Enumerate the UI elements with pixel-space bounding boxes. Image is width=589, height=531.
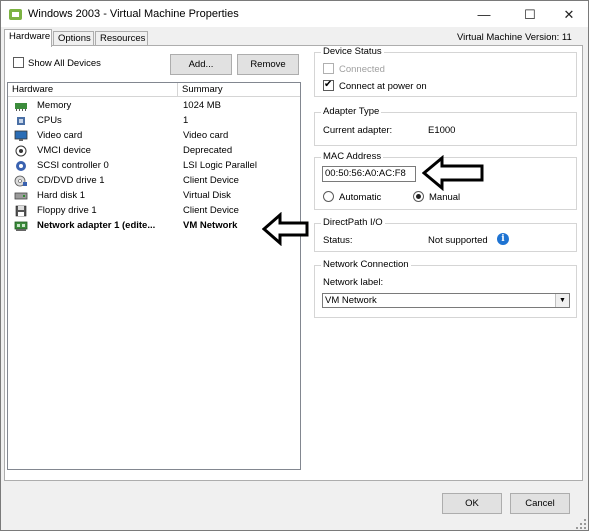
add-button[interactable]: Add...: [170, 54, 232, 75]
hardware-name: Video card: [37, 130, 83, 141]
adapter-type-group: Adapter Type Current adapter: E1000: [314, 106, 577, 146]
tab-hardware[interactable]: Hardware: [4, 29, 52, 47]
show-all-devices-label: Show All Devices: [28, 58, 101, 69]
list-item-cd-dvd-drive[interactable]: CD/DVD drive 1 Client Device: [8, 174, 300, 189]
minimize-button[interactable]: —: [464, 1, 504, 28]
scsi-icon: [16, 161, 26, 171]
radio-selected-dot: [416, 194, 421, 199]
manual-label: Manual: [429, 192, 461, 203]
connected-label: Connected: [339, 64, 385, 75]
connect-at-power-on-checkbox[interactable]: ✔: [323, 79, 334, 91]
memory-icon: [15, 103, 27, 111]
cd-icon: [14, 175, 27, 187]
close-button[interactable]: ✕: [549, 1, 589, 28]
hardware-name: Hard disk 1: [37, 190, 86, 201]
monitor-icon: [14, 130, 28, 141]
ok-button[interactable]: OK: [442, 493, 502, 514]
show-all-devices-checkbox[interactable]: [13, 57, 24, 68]
hardware-summary: Virtual Disk: [183, 190, 231, 201]
list-item-scsi-controller[interactable]: SCSI controller 0 LSI Logic Parallel: [8, 159, 300, 174]
current-adapter-value: E1000: [428, 125, 456, 136]
minimize-icon: —: [477, 7, 491, 22]
annotation-arrow-icon: [262, 212, 309, 246]
manual-radio[interactable]: [413, 191, 424, 202]
maximize-icon: ☐: [524, 7, 536, 22]
list-item-floppy-drive[interactable]: Floppy drive 1 Client Device: [8, 204, 300, 219]
hardware-summary: Deprecated: [183, 145, 233, 156]
hardware-list-header: Hardware Summary: [8, 83, 300, 97]
directpath-title: DirectPath I/O: [321, 217, 385, 228]
list-item-cpus[interactable]: CPUs 1: [8, 114, 300, 129]
vm-properties-window: Windows 2003 - Virtual Machine Propertie…: [0, 0, 589, 531]
window-title: Windows 2003 - Virtual Machine Propertie…: [28, 8, 239, 20]
network-label-select[interactable]: VM Network ▼: [322, 293, 570, 308]
current-adapter-label: Current adapter:: [323, 125, 393, 136]
hardware-name: CD/DVD drive 1: [37, 175, 105, 186]
directpath-status-label: Status:: [323, 235, 353, 246]
hardware-summary: LSI Logic Parallel: [183, 160, 257, 171]
hardware-summary: 1: [183, 115, 189, 126]
hard-disk-icon: [14, 192, 28, 200]
network-connection-title: Network Connection: [321, 259, 411, 270]
vmci-icon: [15, 145, 27, 157]
network-label-value: VM Network: [325, 295, 377, 306]
adapter-type-title: Adapter Type: [321, 106, 382, 117]
device-status-group: Device Status Connected ✔ Connect at pow…: [314, 46, 577, 97]
vsphere-app-icon: [9, 9, 22, 20]
info-icon[interactable]: i: [497, 233, 509, 245]
close-icon: ✕: [563, 7, 575, 22]
connect-at-power-on-label: Connect at power on: [339, 81, 427, 92]
tab-options[interactable]: Options: [53, 31, 94, 46]
list-item-hard-disk[interactable]: Hard disk 1 Virtual Disk: [8, 189, 300, 204]
list-item-network-adapter[interactable]: Network adapter 1 (edite... VM Network: [8, 219, 300, 234]
hardware-list[interactable]: Hardware Summary Memory 1024 MB CPUs 1 V…: [7, 82, 301, 470]
column-header-hardware[interactable]: Hardware: [8, 83, 178, 97]
hardware-summary: 1024 MB: [183, 100, 222, 111]
hardware-name: Memory: [37, 100, 72, 111]
mac-address-title: MAC Address: [321, 151, 384, 162]
connected-checkbox[interactable]: [323, 63, 334, 74]
network-adapter-icon: [14, 221, 28, 231]
cpu-icon: [17, 117, 25, 125]
list-item-video-card[interactable]: Video card Video card: [8, 129, 300, 144]
column-header-summary[interactable]: Summary: [178, 83, 298, 97]
remove-button[interactable]: Remove: [237, 54, 299, 75]
annotation-arrow-icon: [422, 155, 484, 191]
hardware-name: CPUs: [37, 115, 62, 126]
hardware-summary: Client Device: [183, 175, 239, 186]
network-connection-group: Network Connection Network label: VM Net…: [314, 259, 577, 318]
list-item-vmci-device[interactable]: VMCI device Deprecated: [8, 144, 300, 159]
automatic-label: Automatic: [339, 192, 382, 203]
automatic-radio[interactable]: [323, 191, 334, 202]
tab-resources[interactable]: Resources: [95, 31, 148, 46]
floppy-icon: [15, 205, 27, 217]
directpath-group: DirectPath I/O Status: Not supported i: [314, 217, 577, 252]
maximize-button[interactable]: ☐: [510, 1, 550, 28]
title-bar[interactable]: Windows 2003 - Virtual Machine Propertie…: [1, 1, 588, 28]
device-status-title: Device Status: [321, 46, 384, 57]
hardware-name: Floppy drive 1: [37, 205, 97, 216]
hardware-panel: Show All Devices Add... Remove Hardware …: [4, 45, 583, 481]
vm-version-label: Virtual Machine Version: 11: [457, 32, 572, 43]
resize-grip-icon[interactable]: [575, 518, 587, 530]
network-label-label: Network label:: [323, 277, 384, 288]
hardware-name: Network adapter 1 (edite...: [37, 220, 156, 231]
chevron-down-icon[interactable]: ▼: [555, 294, 569, 307]
checkmark-icon: ✔: [324, 79, 333, 90]
hardware-summary: Client Device: [183, 205, 239, 216]
directpath-status-value: Not supported: [428, 235, 488, 246]
cancel-button[interactable]: Cancel: [510, 493, 570, 514]
list-item-memory[interactable]: Memory 1024 MB: [8, 99, 300, 114]
hardware-name: VMCI device: [37, 145, 91, 156]
mac-address-input[interactable]: 00:50:56:A0:AC:F8: [322, 166, 416, 182]
hardware-name: SCSI controller 0: [37, 160, 109, 171]
hardware-summary: VM Network: [183, 220, 238, 231]
hardware-summary: Video card: [183, 130, 229, 141]
